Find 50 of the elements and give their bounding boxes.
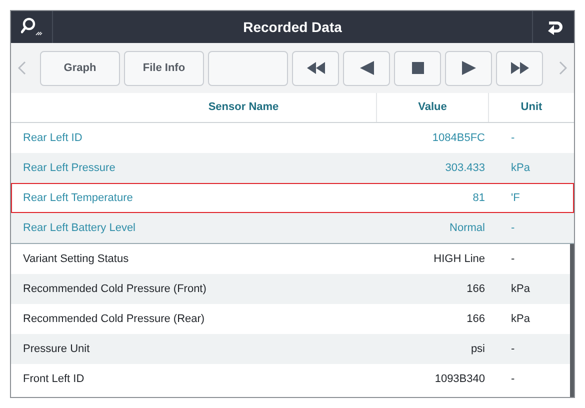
sensor-name-cell-text: Variant Setting Status bbox=[22, 252, 130, 267]
unit-cell-text: - bbox=[510, 220, 516, 236]
unit-cell-text: - bbox=[510, 342, 516, 357]
value-cell-text: 1093B340 bbox=[434, 372, 486, 387]
column-header[interactable]: Value bbox=[377, 93, 489, 122]
sensor-name-cell-text: Recommended Cold Pressure (Front) bbox=[22, 282, 208, 297]
triangle-left-icon bbox=[360, 61, 374, 75]
sensor-name-cell-text: Pressure Unit bbox=[22, 342, 91, 357]
toolbar-button[interactable]: File Info bbox=[124, 50, 204, 86]
unit-cell-text: - bbox=[510, 130, 516, 146]
rewind-icon bbox=[306, 62, 324, 74]
media-button[interactable] bbox=[445, 50, 492, 86]
value-cell-text: 1084B5FC bbox=[431, 130, 486, 146]
media-button[interactable] bbox=[292, 50, 339, 86]
toolbar-button[interactable]: Graph bbox=[40, 50, 120, 86]
table-row[interactable]: Rear Left Temperature 81 'F bbox=[11, 183, 574, 213]
value-cell-text: Normal bbox=[448, 220, 486, 236]
table-row[interactable]: Recommended Cold Pressure (Front) 166 kPa bbox=[11, 274, 570, 304]
fast-forward-icon bbox=[510, 62, 528, 74]
table-row[interactable]: Rear Left Battery Level Normal - bbox=[11, 213, 574, 243]
value-cell-text: 303.433 bbox=[444, 160, 486, 176]
column-header[interactable]: Sensor Name bbox=[11, 93, 377, 122]
table-row[interactable]: Rear Left Pressure 303.433 kPa bbox=[11, 153, 574, 183]
media-button[interactable] bbox=[394, 50, 441, 86]
table-row[interactable]: Pressure Unit psi - bbox=[11, 334, 570, 364]
value-cell-text: 166 bbox=[466, 312, 486, 327]
sensor-name-cell-text: Rear Left Battery Level bbox=[22, 220, 137, 236]
sensor-name-cell-text: Recommended Cold Pressure (Rear) bbox=[22, 312, 206, 327]
sensor-name-cell-text: Rear Left Temperature bbox=[22, 190, 134, 206]
value-cell-text: HIGH Line bbox=[432, 252, 486, 267]
column-header[interactable]: Unit bbox=[489, 93, 574, 122]
media-button[interactable] bbox=[343, 50, 390, 86]
sensor-name-cell-text: Front Left ID bbox=[22, 372, 86, 387]
value-cell-text: 81 bbox=[472, 190, 486, 206]
unit-cell-text: kPa bbox=[510, 282, 531, 297]
media-button[interactable] bbox=[496, 50, 543, 86]
value-cell-text: psi bbox=[470, 342, 486, 357]
unit-cell-text: - bbox=[510, 252, 516, 267]
unit-cell-text: kPa bbox=[510, 312, 531, 327]
sensor-name-cell-text: Rear Left Pressure bbox=[22, 160, 116, 176]
window-title: Recorded Data bbox=[242, 18, 343, 36]
unit-cell-text: kPa bbox=[510, 160, 531, 176]
scrollbar[interactable] bbox=[570, 244, 574, 397]
sensor-name-cell-text: Rear Left ID bbox=[22, 130, 84, 146]
unit-cell-text: 'F bbox=[510, 190, 521, 206]
play-icon bbox=[462, 61, 476, 75]
search-icon bbox=[20, 17, 42, 37]
unit-cell-text: - bbox=[510, 372, 516, 387]
stop-icon bbox=[412, 62, 424, 74]
value-cell-text: 166 bbox=[466, 282, 486, 297]
